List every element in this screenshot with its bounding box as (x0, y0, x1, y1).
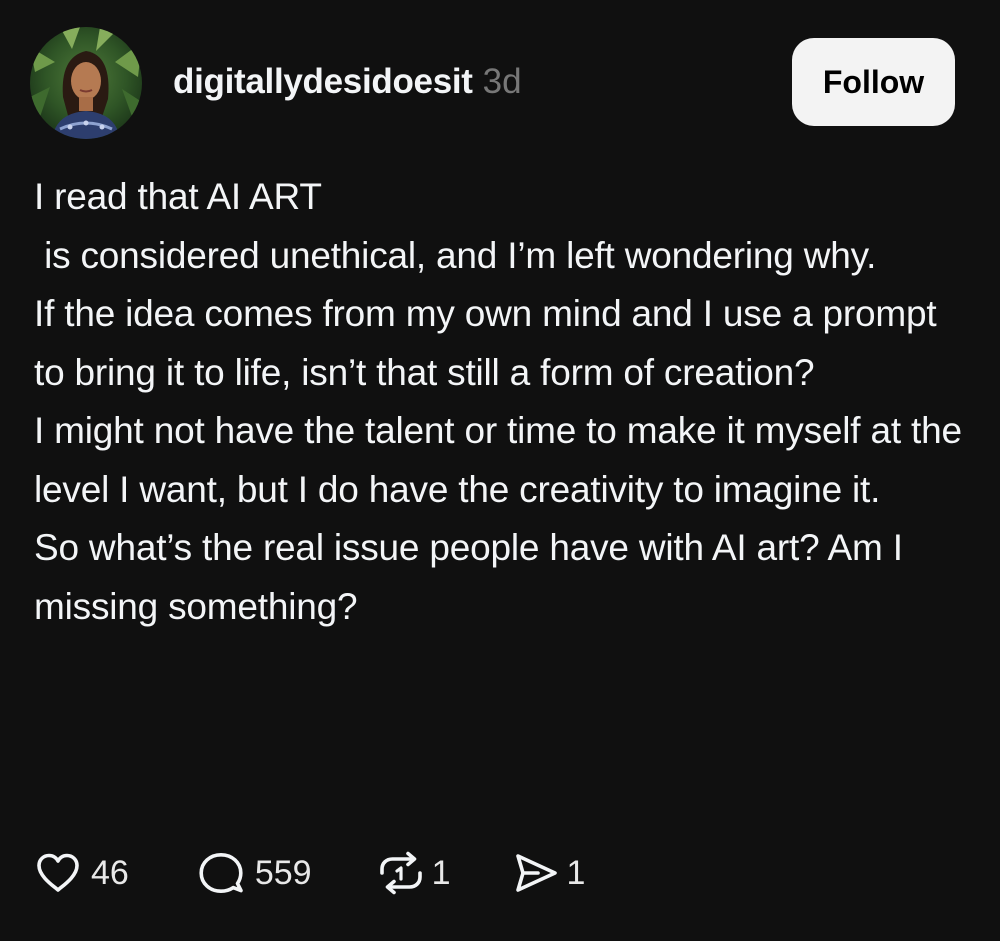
send-icon (516, 854, 558, 892)
repost-count: 1 (431, 853, 451, 892)
post-body-text: I read that AI ART is considered unethic… (34, 176, 962, 627)
comment-count: 559 (254, 853, 312, 892)
comment-bubble-icon (199, 853, 243, 893)
repost-button[interactable]: 1 (376, 851, 451, 895)
post-header: digitallydesidoesit 3d (173, 62, 522, 106)
avatar[interactable] (30, 27, 142, 139)
repost-icon (379, 851, 422, 895)
avatar-image (30, 27, 142, 139)
thread-post: digitallydesidoesit 3d Follow I read tha… (0, 0, 1000, 941)
like-count: 46 (91, 853, 129, 892)
username[interactable]: digitallydesidoesit (173, 62, 473, 102)
post-timestamp: 3d (482, 62, 522, 101)
follow-button[interactable]: Follow (792, 38, 955, 126)
post-actions-bar: 46 559 1 1 (35, 846, 585, 900)
comment-button[interactable]: 559 (197, 851, 312, 895)
heart-icon (37, 853, 79, 892)
share-button[interactable]: 1 (512, 851, 585, 895)
share-count: 1 (566, 853, 586, 892)
like-button[interactable]: 46 (35, 852, 129, 894)
